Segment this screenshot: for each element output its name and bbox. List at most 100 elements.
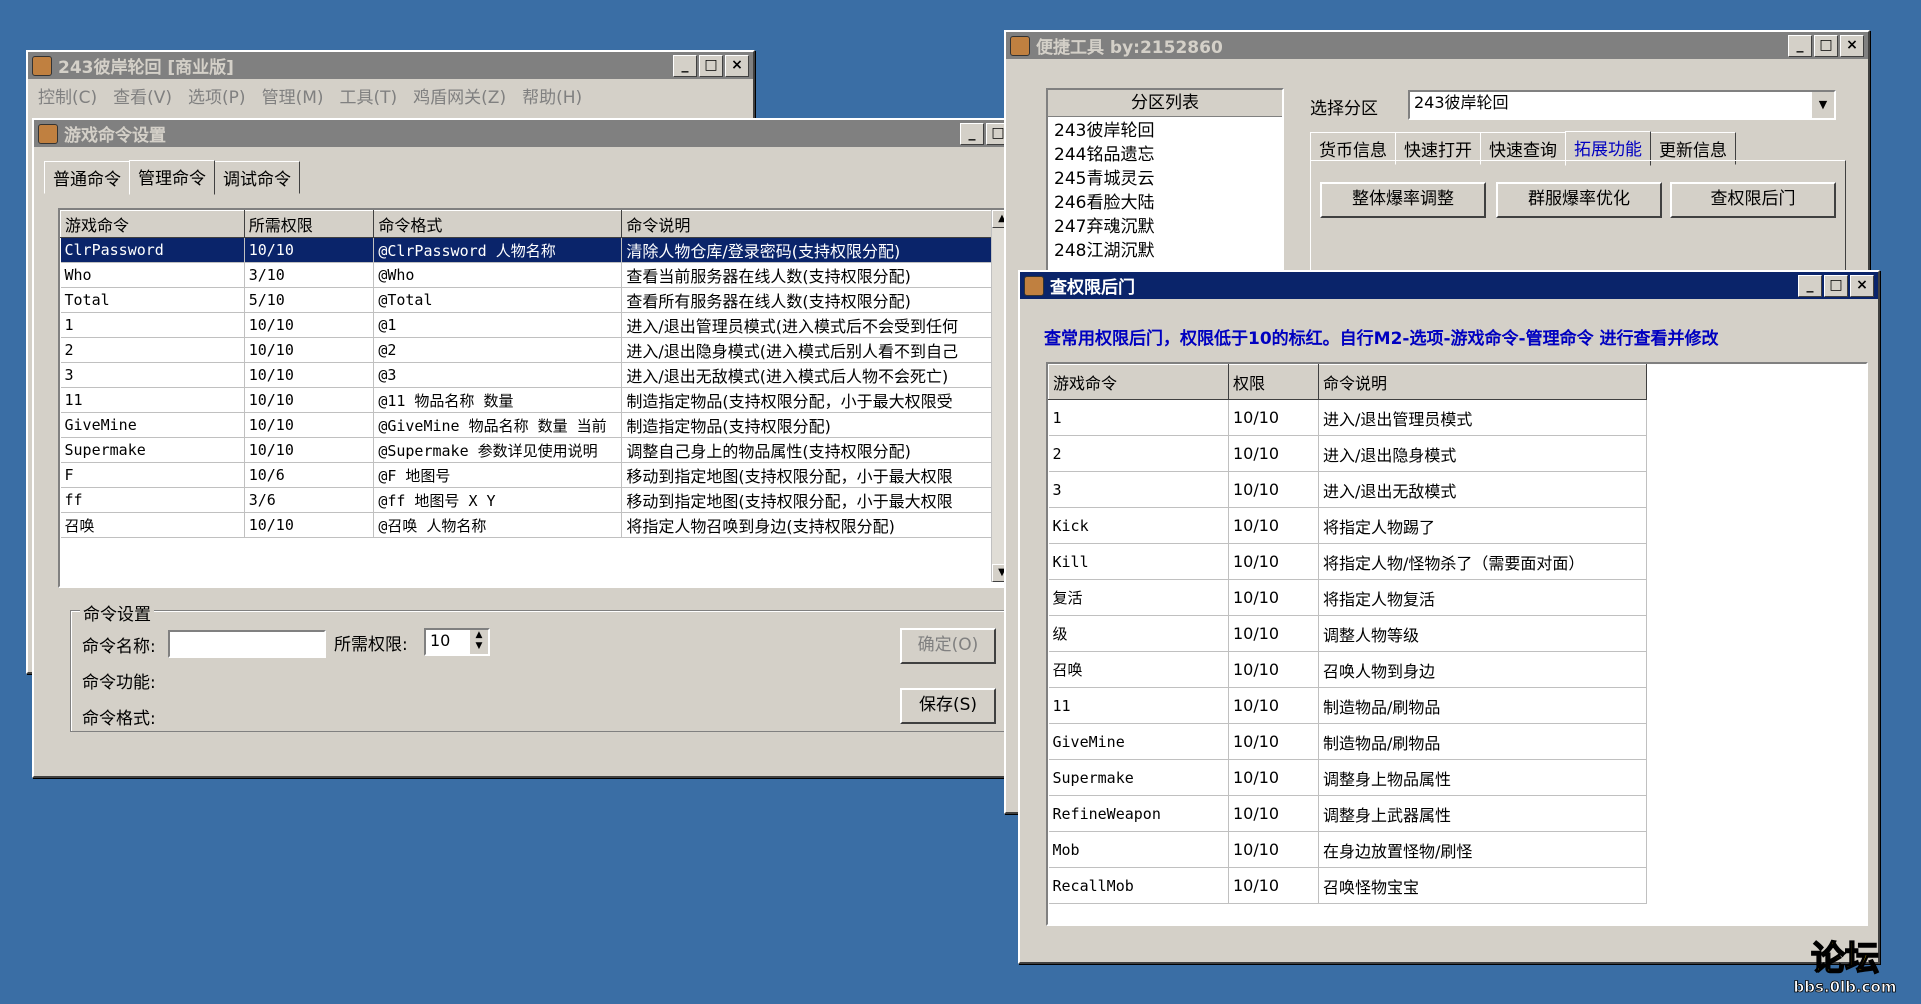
table-row[interactable]: 2 10/10 @2 进入/退出隐身模式(进入模式后别人看不到自己 xyxy=(60,337,1000,363)
table-row[interactable]: 1 10/10 @1 进入/退出管理员模式(进入模式后不会受到任何 xyxy=(60,312,1000,338)
table-row[interactable]: Kill 10/10 将指定人物/怪物杀了（需要面对面） xyxy=(1048,543,1647,580)
maximize-icon[interactable]: □ xyxy=(1814,34,1838,57)
table-row[interactable]: Mob 10/10 在身边放置怪物/刷怪 xyxy=(1048,831,1647,868)
col-header-description[interactable]: 命令说明 xyxy=(621,210,1000,238)
minimize-icon[interactable]: _ xyxy=(673,54,697,77)
table-row[interactable]: 1 10/10 进入/退出管理员模式 xyxy=(1048,399,1647,436)
tab-normal-commands[interactable]: 普通命令 xyxy=(44,161,130,194)
col-header-description[interactable]: 命令说明 xyxy=(1318,364,1647,400)
list-item[interactable]: 245青城灵云 xyxy=(1054,167,1276,191)
cell-permission: 3/10 xyxy=(244,262,375,288)
table-row[interactable]: 11 10/10 @11 物品名称 数量 制造指定物品(支持权限分配，小于最大权限受 xyxy=(60,387,1000,413)
cell-description: 移动到指定地图(支持权限分配，小于最大权限 xyxy=(621,487,1000,513)
menu-manage[interactable]: 管理(M) xyxy=(262,83,324,108)
cell-format: @Who xyxy=(373,262,623,288)
minimize-icon[interactable]: _ xyxy=(1788,34,1812,57)
maximize-icon[interactable]: □ xyxy=(699,54,723,77)
table-row[interactable]: Supermake 10/10 调整身上物品属性 xyxy=(1048,759,1647,796)
menu-help[interactable]: 帮助(H) xyxy=(522,83,582,108)
table-row[interactable]: RecallMob 10/10 召唤怪物宝宝 xyxy=(1048,867,1647,904)
main-window-titlebar[interactable]: 243彼岸轮回 [商业版] _ □ × xyxy=(28,52,753,79)
table-row[interactable]: Kick 10/10 将指定人物踢了 xyxy=(1048,507,1647,544)
table-row[interactable]: 3 10/10 @3 进入/退出无敌模式(进入模式后人物不会死亡) xyxy=(60,362,1000,388)
cell-command: Total xyxy=(60,287,245,313)
cell-command: 召唤 xyxy=(60,512,245,538)
cell-description: 进入/退出隐身模式(进入模式后别人看不到自己 xyxy=(621,337,1000,363)
save-button[interactable]: 保存(S) xyxy=(900,688,996,724)
maximize-icon[interactable]: □ xyxy=(1824,274,1848,297)
cell-permission: 10/10 xyxy=(1228,399,1319,436)
cmd-window-title: 游戏命令设置 xyxy=(64,126,166,146)
tools-window-titlebar[interactable]: 便捷工具 by:2152860 _ □ × xyxy=(1006,32,1868,59)
cmd-window-titlebar[interactable]: 游戏命令设置 _ □ xyxy=(34,120,1014,147)
overall-drop-rate-button[interactable]: 整体爆率调整 xyxy=(1320,182,1486,218)
table-row[interactable]: ClrPassword 10/10 @ClrPassword 人物名称 清除人物仓库/… xyxy=(60,237,1000,263)
list-item[interactable]: 247弃魂沉默 xyxy=(1054,215,1276,239)
close-icon[interactable]: × xyxy=(1840,34,1864,57)
menubar: 控制(C) 查看(V) 选项(P) 管理(M) 工具(T) 鸡盾网关(Z) 帮助… xyxy=(28,79,753,112)
minimize-icon[interactable]: _ xyxy=(1798,274,1822,297)
cell-description: 将指定人物踢了 xyxy=(1318,507,1647,544)
permission-stepper[interactable]: 10 ▲ ▼ xyxy=(424,628,490,656)
check-backdoor-button[interactable]: 查权限后门 xyxy=(1670,182,1836,218)
chevron-down-icon[interactable]: ▼ xyxy=(1812,92,1834,118)
table-row[interactable]: Total 5/10 @Total 查看所有服务器在线人数(支持权限分配) xyxy=(60,287,1000,313)
table-row[interactable]: 召唤 10/10 @召唤 人物名称 将指定人物召唤到身边(支持权限分配) xyxy=(60,512,1000,538)
stepper-arrows-icon[interactable]: ▲ ▼ xyxy=(470,630,488,654)
table-row[interactable]: 级 10/10 调整人物等级 xyxy=(1048,615,1647,652)
table-row[interactable]: GiveMine 10/10 @GiveMine 物品名称 数量 当前 制造指定物品(… xyxy=(60,412,1000,438)
cell-permission: 10/10 xyxy=(1228,543,1319,580)
menu-tools[interactable]: 工具(T) xyxy=(340,83,398,108)
cell-permission: 10/10 xyxy=(1228,435,1319,472)
cell-command: ff xyxy=(60,487,245,513)
table-row[interactable]: 召唤 10/10 召唤人物到身边 xyxy=(1048,651,1647,688)
col-header-command[interactable]: 游戏命令 xyxy=(60,210,245,238)
list-item[interactable]: 243彼岸轮回 xyxy=(1054,119,1276,143)
zone-select[interactable]: 243彼岸轮回 ▼ xyxy=(1408,90,1836,120)
table-row[interactable]: ff 3/6 @ff 地图号 X Y 移动到指定地图(支持权限分配，小于最大权限 xyxy=(60,487,1000,513)
cell-description: 将指定人物召唤到身边(支持权限分配) xyxy=(621,512,1000,538)
backdoor-window-titlebar[interactable]: 查权限后门 _ □ × xyxy=(1020,272,1878,299)
close-icon[interactable]: × xyxy=(725,54,749,77)
table-row[interactable]: 2 10/10 进入/退出隐身模式 xyxy=(1048,435,1647,472)
menu-options[interactable]: 选项(P) xyxy=(188,83,246,108)
cell-permission: 10/10 xyxy=(1228,867,1319,904)
col-header-format[interactable]: 命令格式 xyxy=(373,210,623,238)
col-header-permission[interactable]: 所需权限 xyxy=(243,210,375,238)
list-item[interactable]: 246看脸大陆 xyxy=(1054,191,1276,215)
table-row[interactable]: Who 3/10 @Who 查看当前服务器在线人数(支持权限分配) xyxy=(60,262,1000,288)
watermark-logo: 论坛 xyxy=(1810,939,1880,979)
cell-command: Supermake xyxy=(1048,759,1229,796)
tab-admin-commands[interactable]: 管理命令 xyxy=(129,160,215,195)
table-row[interactable]: F 10/6 @F 地图号 移动到指定地图(支持权限分配，小于最大权限 xyxy=(60,462,1000,488)
menu-gateway[interactable]: 鸡盾网关(Z) xyxy=(413,83,506,108)
backdoor-note: 查常用权限后门，权限低于10的标红。自行M2-选项-游戏命令-管理命令 进行查看… xyxy=(1044,329,1719,349)
table-row[interactable]: GiveMine 10/10 制造物品/刷物品 xyxy=(1048,723,1647,760)
command-name-input[interactable] xyxy=(168,630,326,658)
close-icon[interactable]: × xyxy=(1850,274,1874,297)
table-row[interactable]: 3 10/10 进入/退出无敌模式 xyxy=(1048,471,1647,508)
menu-control[interactable]: 控制(C) xyxy=(38,83,97,108)
ok-button[interactable]: 确定(O) xyxy=(900,628,996,664)
list-item[interactable]: 244铭品遗忘 xyxy=(1054,143,1276,167)
cell-permission: 10/10 xyxy=(244,387,375,413)
minimize-icon[interactable]: _ xyxy=(960,122,984,145)
cell-permission: 10/10 xyxy=(244,512,375,538)
table-row[interactable]: 复活 10/10 将指定人物复活 xyxy=(1048,579,1647,616)
col-header-permission[interactable]: 权限 xyxy=(1228,364,1319,400)
list-item[interactable]: 248江湖沉默 xyxy=(1054,239,1276,263)
menu-view[interactable]: 查看(V) xyxy=(113,83,172,108)
table-row[interactable]: Supermake 10/10 @Supermake 参数详见使用说明 调整自己身上的… xyxy=(60,437,1000,463)
table-row[interactable]: 11 10/10 制造物品/刷物品 xyxy=(1048,687,1647,724)
table-row[interactable]: RefineWeapon 10/10 调整身上武器属性 xyxy=(1048,795,1647,832)
permission-value: 10 xyxy=(430,631,451,650)
col-header-command[interactable]: 游戏命令 xyxy=(1048,364,1229,400)
zone-list[interactable]: 分区列表 243彼岸轮回 244铭品遗忘 245青城灵云 246看脸大陆 247弃魂沉默… xyxy=(1046,88,1284,292)
app-icon xyxy=(1010,35,1030,56)
group-drop-rate-button[interactable]: 群服爆率优化 xyxy=(1496,182,1662,218)
zone-list-header: 分区列表 xyxy=(1048,90,1282,117)
cell-format: @GiveMine 物品名称 数量 当前 xyxy=(373,412,623,438)
cmd-settings-window: 游戏命令设置 _ □ 普通命令 管理命令 调试命令 游戏命令 所需权限 命令格式… xyxy=(32,118,1016,778)
tab-debug-commands[interactable]: 调试命令 xyxy=(214,161,300,194)
cell-command: F xyxy=(60,462,245,488)
